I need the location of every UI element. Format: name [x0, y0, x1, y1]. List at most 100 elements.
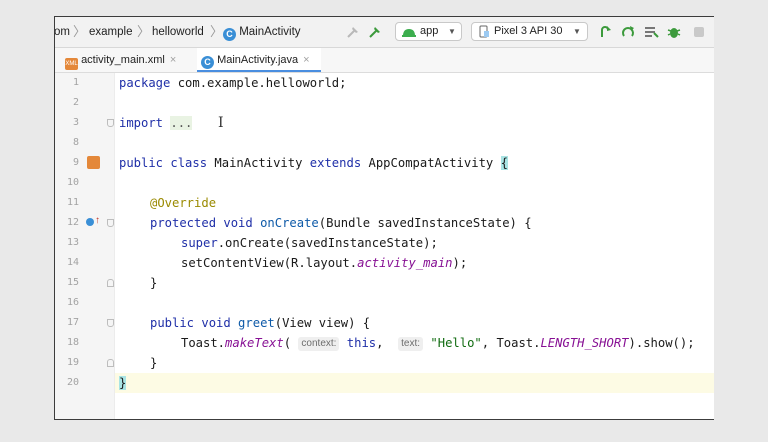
- class-icon: C: [223, 28, 236, 41]
- xml-file-icon: XML: [65, 58, 78, 70]
- profiler-icon[interactable]: [691, 24, 707, 40]
- apply-changes-icon[interactable]: [598, 24, 614, 40]
- folded-imports[interactable]: ...: [170, 116, 193, 130]
- code-text: public void greet(View view) {: [150, 313, 370, 333]
- line-number: 1: [72, 77, 79, 88]
- line-number: 19: [66, 357, 79, 368]
- string-literal: "Hello": [423, 336, 482, 350]
- device-selector[interactable]: Pixel 3 API 30 ▼: [471, 22, 588, 41]
- device-label: Pixel 3 API 30: [494, 25, 563, 37]
- breadcrumb-item-mainactivity[interactable]: C MainActivity: [223, 17, 301, 47]
- line-number: 18: [66, 337, 79, 348]
- logcat-icon[interactable]: [643, 24, 659, 40]
- keyword: import: [119, 116, 164, 130]
- code-editor[interactable]: 1 package com.example.helloworld; 2 3 im…: [55, 73, 714, 419]
- editor-tabs: XML activity_main.xml × C MainActivity.ja…: [55, 48, 714, 73]
- fold-marker-icon[interactable]: [107, 219, 114, 227]
- line-number: 15: [66, 277, 79, 288]
- code-token: ).show();: [628, 336, 695, 350]
- override-marker-icon[interactable]: [86, 218, 94, 226]
- line-number: 17: [66, 317, 79, 328]
- make-project-icon[interactable]: [367, 24, 383, 40]
- tab-mainactivity-java[interactable]: C MainActivity.java ×: [197, 48, 321, 72]
- code-token: (Bundle savedInstanceState) {: [318, 216, 532, 230]
- breadcrumb-item-helloworld[interactable]: helloworld: [152, 17, 204, 47]
- code-text: }: [150, 356, 158, 370]
- code-token: com.example.helloworld;: [170, 76, 347, 90]
- chevron-down-icon: ▼: [573, 27, 581, 36]
- parameter-hint: context:: [298, 337, 340, 351]
- code-text: import ...: [119, 113, 193, 133]
- code-line: 10: [55, 173, 714, 193]
- line-number: 9: [72, 157, 79, 168]
- code-token: AppCompatActivity: [361, 156, 501, 170]
- resource-ref: activity_main: [357, 256, 453, 270]
- line-number: 13: [66, 237, 79, 248]
- constant-ref: LENGTH_SHORT: [540, 336, 629, 350]
- code-line: 20 }: [55, 373, 714, 393]
- fold-marker-icon[interactable]: [107, 359, 114, 367]
- code-text: Toast.makeText( context: this, text: "He…: [181, 333, 695, 353]
- code-line: 18 Toast.makeText( context: this, text: …: [55, 333, 714, 353]
- keyword: protected void: [150, 216, 253, 230]
- code-line: 15 }: [55, 273, 714, 293]
- code-text: protected void onCreate(Bundle savedInst…: [150, 213, 532, 233]
- method-name: greet: [230, 316, 275, 330]
- code-text: package com.example.helloworld;: [119, 73, 346, 93]
- breadcrumb-item-package[interactable]: om: [55, 17, 70, 47]
- code-line: 9 public class MainActivity extends AppC…: [55, 153, 714, 173]
- code-token: , Toast.: [481, 336, 541, 350]
- class-icon: C: [201, 56, 214, 69]
- keyword: this: [339, 336, 377, 350]
- fold-marker-icon[interactable]: [107, 119, 114, 127]
- code-line: 17 public void greet(View view) {: [55, 313, 714, 333]
- layout-file-icon[interactable]: [87, 156, 100, 169]
- text-cursor-icon: I: [218, 115, 224, 131]
- code-line: 11 @Override: [55, 193, 714, 213]
- tab-label: MainActivity.java: [217, 54, 299, 66]
- code-text: public class MainActivity extends AppCom…: [119, 153, 508, 173]
- code-token: MainActivity: [207, 156, 310, 170]
- breadcrumb-separator: 〉: [210, 24, 224, 39]
- code-text: }: [150, 276, 158, 290]
- line-number: 3: [72, 117, 79, 128]
- tab-activity-main-xml[interactable]: XML activity_main.xml ×: [65, 48, 199, 72]
- navigation-toolbar: om 〉 example 〉 helloworld 〉 C MainActivi…: [55, 17, 714, 48]
- line-number: 2: [72, 97, 79, 108]
- apply-code-changes-icon[interactable]: [621, 24, 637, 40]
- keyword: public class: [119, 156, 208, 170]
- keyword: super: [181, 236, 218, 250]
- debug-icon[interactable]: [666, 24, 682, 40]
- close-icon[interactable]: ×: [170, 54, 176, 66]
- code-line: 14 setContentView(R.layout.activity_main…: [55, 253, 714, 273]
- breadcrumb-label: MainActivity: [239, 26, 301, 38]
- keyword: extends: [309, 156, 362, 170]
- breadcrumb-separator: 〉: [73, 24, 87, 39]
- line-number: 8: [72, 137, 79, 148]
- code-text: }: [119, 373, 127, 393]
- code-token: (: [283, 336, 299, 350]
- code-text: @Override: [150, 193, 216, 213]
- code-text: super.onCreate(savedInstanceState);: [181, 233, 438, 253]
- method-call: makeText: [225, 336, 284, 350]
- code-token: .onCreate(savedInstanceState);: [217, 236, 438, 250]
- hammer-icon[interactable]: [345, 24, 361, 40]
- breadcrumb-item-example[interactable]: example: [89, 17, 132, 47]
- line-number: 12: [66, 217, 79, 228]
- close-icon[interactable]: ×: [303, 54, 309, 66]
- code-line: 19 }: [55, 353, 714, 373]
- keyword: public void: [150, 316, 231, 330]
- code-line: 12 ↑ protected void onCreate(Bundle save…: [55, 213, 714, 233]
- run-config-selector[interactable]: app ▼: [395, 22, 462, 41]
- code-token: );: [452, 256, 468, 270]
- code-token: Toast.: [181, 336, 226, 350]
- matched-brace: }: [119, 376, 127, 390]
- line-number: 11: [66, 197, 79, 208]
- line-number: 14: [66, 257, 79, 268]
- code-line: 2: [55, 93, 714, 113]
- fold-marker-icon[interactable]: [107, 279, 114, 287]
- code-line: 16: [55, 293, 714, 313]
- fold-marker-icon[interactable]: [107, 319, 114, 327]
- code-text: setContentView(R.layout.activity_main);: [181, 253, 467, 273]
- ide-window: om 〉 example 〉 helloworld 〉 C MainActivi…: [54, 16, 714, 420]
